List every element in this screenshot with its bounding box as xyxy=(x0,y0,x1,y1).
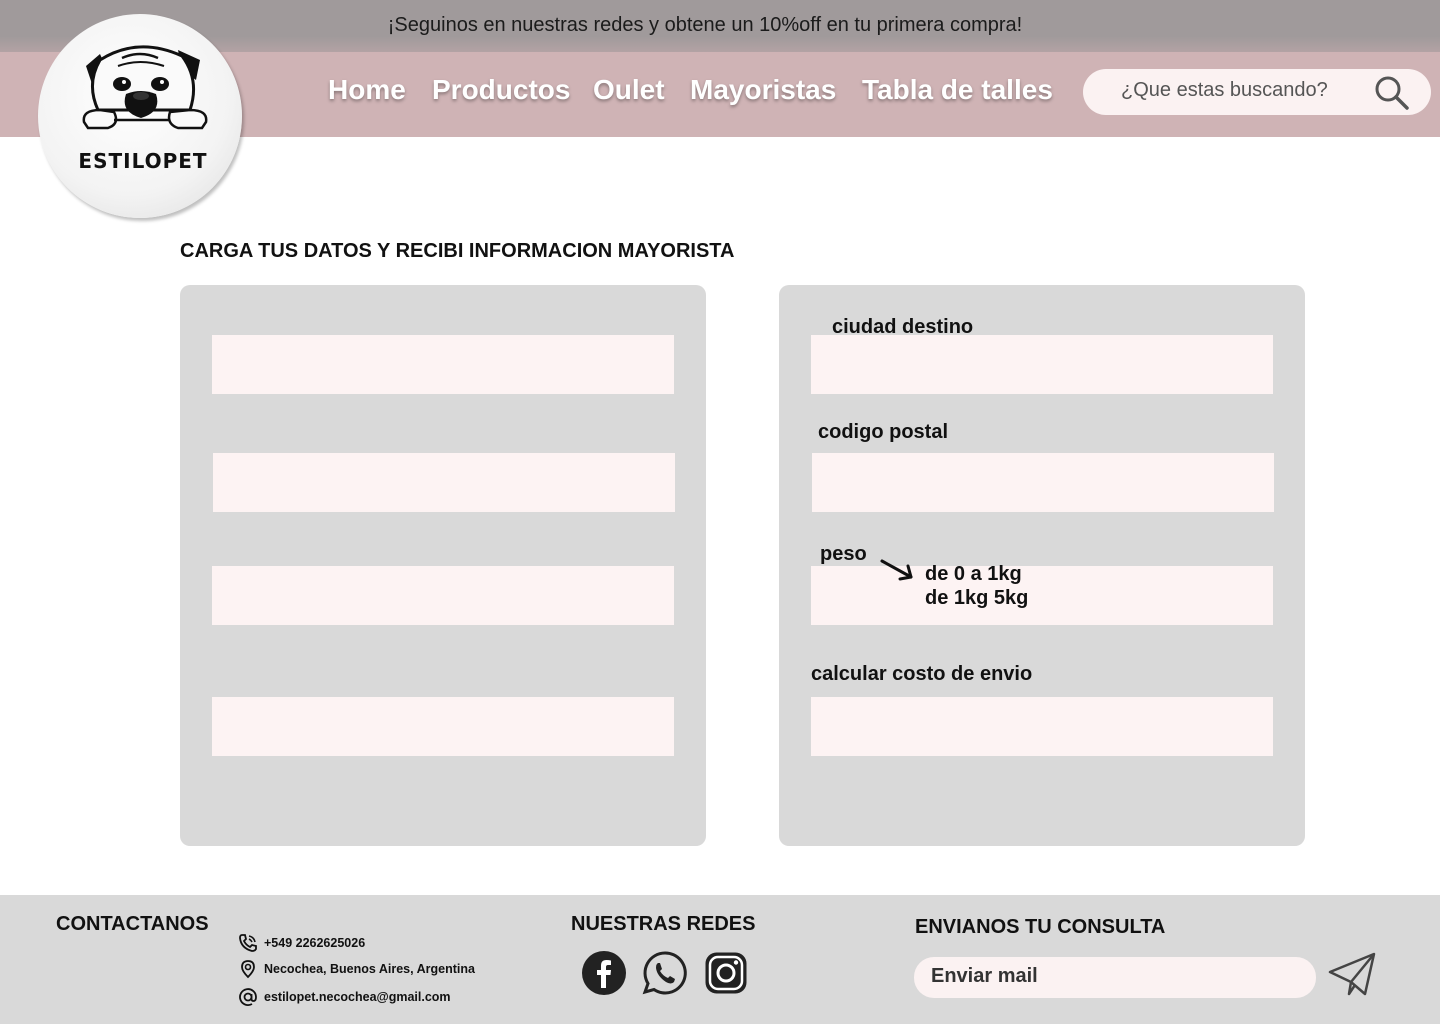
destination-city-field[interactable] xyxy=(811,335,1273,394)
phone-icon xyxy=(239,934,257,952)
contact-phone-text: +549 2262625026 xyxy=(264,936,366,950)
weight-label: peso xyxy=(820,543,867,565)
contact-phone[interactable]: +549 2262625026 xyxy=(238,933,365,953)
send-icon[interactable] xyxy=(1327,950,1377,998)
brand-logo[interactable]: ESTILOPET xyxy=(38,14,242,218)
wholesale-field-3[interactable] xyxy=(212,566,674,625)
at-sign-icon xyxy=(239,988,257,1006)
promo-banner: ¡Seguinos en nuestras redes y obtene un … xyxy=(0,0,1440,52)
search-icon[interactable] xyxy=(1373,74,1411,112)
destination-city-label: ciudad destino xyxy=(832,316,974,338)
weight-option[interactable]: de 1kg 5kg xyxy=(925,586,1028,610)
contact-email-text: estilopet.necochea@gmail.com xyxy=(264,990,451,1004)
contact-email[interactable]: estilopet.necochea@gmail.com xyxy=(238,987,451,1007)
facebook-icon[interactable] xyxy=(581,950,627,996)
nav-item-productos[interactable]: Productos xyxy=(432,74,570,106)
wholesale-field-4[interactable] xyxy=(212,697,674,756)
nav-item-tabla-de-talles[interactable]: Tabla de talles xyxy=(862,74,1053,106)
pug-dog-icon xyxy=(82,45,208,130)
whatsapp-icon[interactable] xyxy=(642,950,688,996)
page-title: CARGA TUS DATOS Y RECIBI INFORMACION MAY… xyxy=(180,240,735,262)
contact-address: Necochea, Buenos Aires, Argentina xyxy=(238,959,475,979)
weight-option[interactable]: de 0 a 1kg xyxy=(925,562,1028,586)
promo-banner-text: ¡Seguinos en nuestras redes y obtene un … xyxy=(387,14,1023,36)
contact-heading: CONTACTANOS xyxy=(56,913,209,935)
postal-code-field[interactable] xyxy=(812,453,1274,512)
instagram-icon[interactable] xyxy=(703,950,749,996)
search-bar xyxy=(1083,69,1431,115)
inquiry-email-input[interactable] xyxy=(931,965,1301,988)
location-pin-icon xyxy=(241,960,255,979)
brand-name: ESTILOPET xyxy=(78,149,208,173)
shipping-cost-label: calcular costo de envio xyxy=(811,663,1033,685)
contact-address-text: Necochea, Buenos Aires, Argentina xyxy=(264,962,475,976)
inquiry-box xyxy=(914,957,1316,998)
shipping-cost-field[interactable] xyxy=(811,697,1273,756)
social-heading: NUESTRAS REDES xyxy=(571,913,756,935)
nav-item-oulet[interactable]: Oulet xyxy=(593,74,665,106)
inquiry-heading: ENVIANOS TU CONSULTA xyxy=(915,916,1166,938)
wholesale-field-2[interactable] xyxy=(213,453,675,512)
nav-item-mayoristas[interactable]: Mayoristas xyxy=(690,74,836,106)
arrow-right-icon xyxy=(880,559,913,581)
search-input[interactable] xyxy=(1121,79,1371,102)
wholesale-field-1[interactable] xyxy=(212,335,674,394)
weight-options: de 0 a 1kg de 1kg 5kg xyxy=(925,562,1028,610)
nav-item-home[interactable]: Home xyxy=(328,74,406,106)
postal-code-label: codigo postal xyxy=(818,421,948,443)
